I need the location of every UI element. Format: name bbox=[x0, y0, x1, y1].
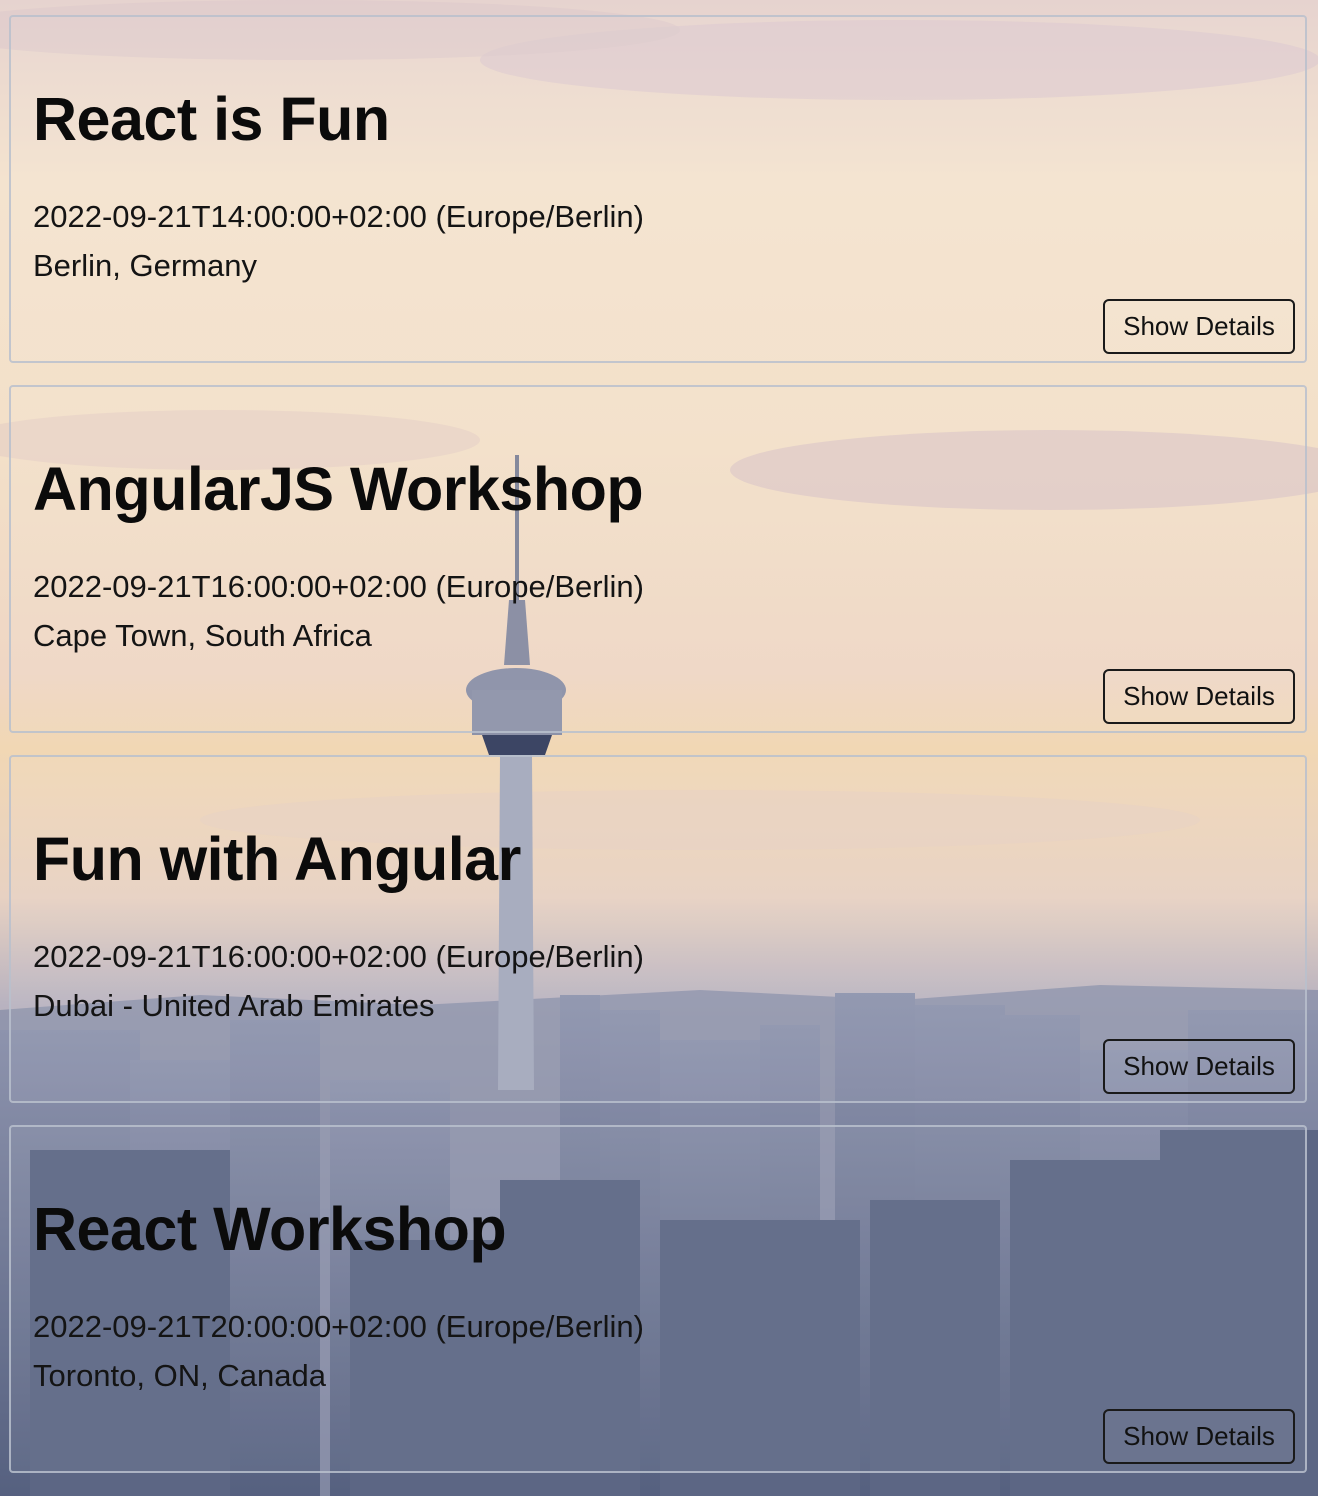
event-card: React Workshop 2022-09-21T20:00:00+02:00… bbox=[9, 1125, 1307, 1473]
event-datetime: 2022-09-21T14:00:00+02:00 (Europe/Berlin… bbox=[33, 199, 644, 234]
event-datetime: 2022-09-21T16:00:00+02:00 (Europe/Berlin… bbox=[33, 939, 644, 974]
event-card: Fun with Angular 2022-09-21T16:00:00+02:… bbox=[9, 755, 1307, 1103]
show-details-button[interactable]: Show Details bbox=[1103, 669, 1295, 724]
show-details-button[interactable]: Show Details bbox=[1103, 299, 1295, 354]
show-details-button[interactable]: Show Details bbox=[1103, 1409, 1295, 1464]
event-location: Dubai - United Arab Emirates bbox=[33, 988, 435, 1023]
event-location: Berlin, Germany bbox=[33, 248, 257, 283]
event-card: React is Fun 2022-09-21T14:00:00+02:00 (… bbox=[9, 15, 1307, 363]
event-location: Toronto, ON, Canada bbox=[33, 1358, 326, 1393]
event-datetime: 2022-09-21T20:00:00+02:00 (Europe/Berlin… bbox=[33, 1309, 644, 1344]
event-card: AngularJS Workshop 2022-09-21T16:00:00+0… bbox=[9, 385, 1307, 733]
show-details-button[interactable]: Show Details bbox=[1103, 1039, 1295, 1094]
event-title: Fun with Angular bbox=[33, 825, 521, 893]
event-location: Cape Town, South Africa bbox=[33, 618, 372, 653]
event-title: React Workshop bbox=[33, 1195, 507, 1263]
event-list: React is Fun 2022-09-21T14:00:00+02:00 (… bbox=[0, 0, 1318, 1473]
event-title: AngularJS Workshop bbox=[33, 455, 644, 523]
event-title: React is Fun bbox=[33, 85, 390, 153]
event-datetime: 2022-09-21T16:00:00+02:00 (Europe/Berlin… bbox=[33, 569, 644, 604]
